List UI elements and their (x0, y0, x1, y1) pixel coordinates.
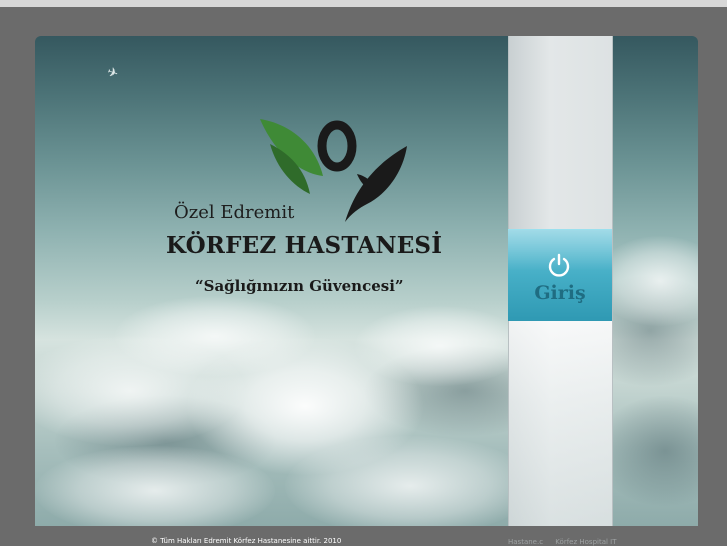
hospital-name: KÖRFEZ HASTANESİ (166, 232, 443, 259)
hospital-slogan: “Sağlığınızın Güvencesi” (195, 277, 404, 295)
footer-copyright: © Tüm Hakları Edremit Körfez Hastanesine… (151, 537, 342, 545)
hospital-prefix: Özel Edremit (174, 202, 295, 223)
power-icon (548, 253, 570, 277)
top-bar (0, 0, 727, 7)
login-label: Giriş (534, 282, 586, 304)
side-panel-lower (509, 320, 612, 526)
logo-head-shape (317, 120, 357, 172)
bird-icon: ✈ (104, 64, 121, 83)
sun-glow (185, 336, 425, 476)
login-button[interactable]: Giriş (508, 229, 612, 321)
